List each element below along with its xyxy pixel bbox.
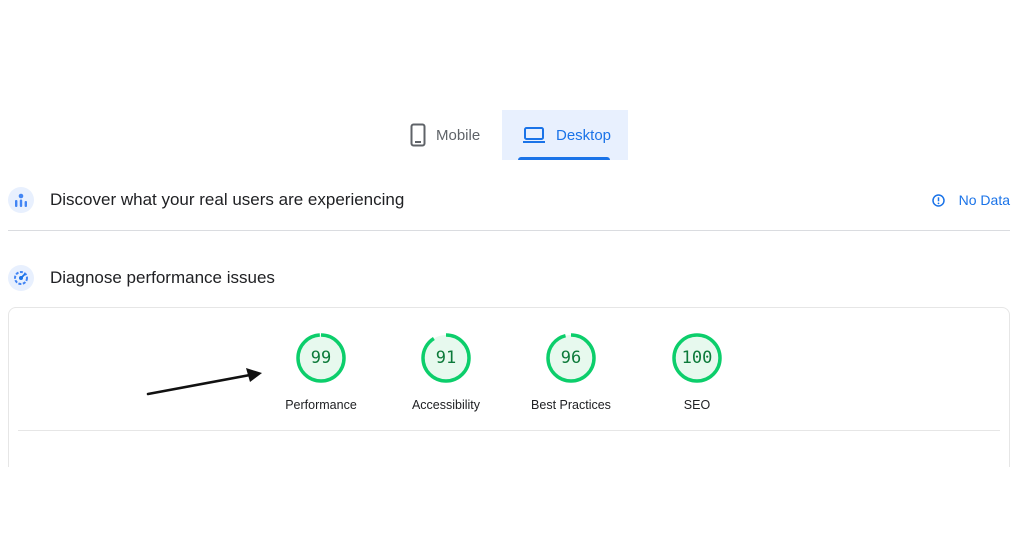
crux-section-header[interactable]: Discover what your real users are experi… [8,184,1010,216]
score-label: Best Practices [531,398,611,412]
gauge-accessibility[interactable]: 91 Accessibility [386,332,506,412]
score-value: 100 [681,348,713,368]
gauge-seo[interactable]: 100 SEO [637,332,757,412]
card-divider [18,430,1000,431]
no-data-label: No Data [958,192,1010,208]
speedometer-icon [8,265,34,291]
info-icon [931,193,945,207]
users-chart-icon [8,187,34,213]
diagnose-section-title: Diagnose performance issues [50,268,275,287]
device-tabs: Mobile Desktop [394,110,628,160]
score-label: Performance [285,398,357,412]
diagnose-section-header: Diagnose performance issues [8,262,1010,294]
score-value: 91 [435,348,457,368]
tab-mobile[interactable]: Mobile [394,110,502,160]
score-value: 99 [310,348,332,368]
smartphone-icon [410,123,426,147]
laptop-icon [523,127,545,143]
section-divider [8,230,1010,231]
tab-mobile-label: Mobile [436,126,481,144]
score-value: 96 [560,348,582,368]
gauge-best-practices[interactable]: 96 Best Practices [511,332,631,412]
score-label: SEO [683,398,711,412]
score-label: Accessibility [411,398,481,412]
crux-section-title: Discover what your real users are experi… [50,190,405,209]
tab-desktop[interactable]: Desktop [502,110,628,160]
gauge-performance[interactable]: 99 Performance [261,332,381,412]
annotation-arrow-icon [146,368,262,396]
tab-desktop-label: Desktop [556,126,612,144]
no-data-status: No Data [931,192,1010,208]
